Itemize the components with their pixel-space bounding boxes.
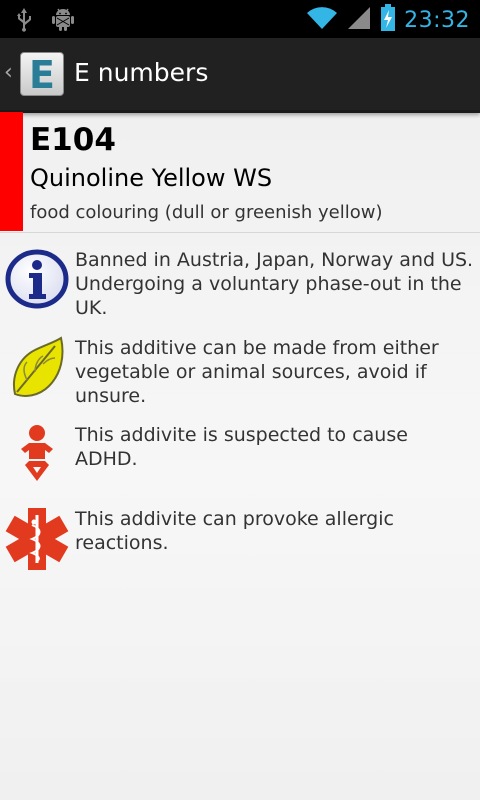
divider <box>0 232 480 233</box>
medical-star-icon <box>5 507 69 571</box>
info-icon <box>5 248 69 312</box>
note-text: Banned in Austria, Japan, Norway and US.… <box>75 249 474 319</box>
home-up-button[interactable]: ‹ E <box>0 38 70 110</box>
app-icon-letter: E <box>29 53 55 97</box>
status-clock: 23:32 <box>404 7 470 33</box>
note-text: This addivite can provoke allergic react… <box>75 508 394 554</box>
battery-charging-icon <box>380 4 396 36</box>
app-title: E numbers <box>74 58 209 87</box>
additive-code: E104 <box>30 122 116 158</box>
usb-icon <box>14 6 34 36</box>
app-icon: E <box>20 52 64 97</box>
android-debug-icon <box>50 6 76 36</box>
additive-header: E104 Quinoline Yellow WS food colouring … <box>0 110 480 232</box>
additive-category: food colouring (dull or greenish yellow) <box>30 202 383 223</box>
chevron-left-icon: ‹ <box>4 60 13 85</box>
additive-name: Quinoline Yellow WS <box>30 164 273 192</box>
signal-icon <box>346 5 372 35</box>
note-text: This addivite is suspected to cause ADHD… <box>75 424 408 470</box>
child-icon <box>5 423 69 487</box>
leaf-icon <box>5 336 69 400</box>
wifi-icon <box>306 5 338 35</box>
note-text: This additive can be made from either ve… <box>75 337 439 407</box>
severity-indicator <box>0 112 23 231</box>
status-bar: 23:32 <box>0 0 480 38</box>
action-bar: ‹ E E numbers <box>0 38 480 113</box>
